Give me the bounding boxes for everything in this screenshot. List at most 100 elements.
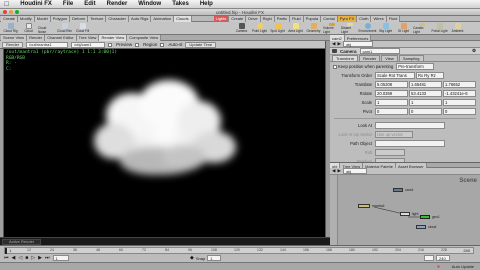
preview-checkbox[interactable]: [108, 42, 113, 47]
timeline-playhead[interactable]: [5, 248, 7, 254]
tool-point-light[interactable]: Point Light: [251, 22, 268, 34]
step-forward-icon[interactable]: ▶: [38, 255, 42, 261]
gear-icon[interactable]: ⚙: [472, 48, 476, 54]
rotate-y-field[interactable]: 53.4133: [409, 90, 442, 97]
translate-y-field[interactable]: 1.65481: [409, 81, 442, 88]
close-window-icon[interactable]: [3, 10, 7, 14]
tool-volume-light[interactable]: Volume Light: [323, 22, 340, 34]
tool-cloud-rig[interactable]: Cloud Rig: [2, 22, 19, 34]
scale-x-field[interactable]: 1: [375, 99, 408, 106]
tool-sky-light[interactable]: Sky Light: [377, 22, 394, 34]
tool-portal-light[interactable]: Portal Light: [431, 22, 448, 34]
path-object-field[interactable]: [375, 140, 445, 147]
menu-help[interactable]: Help: [200, 1, 213, 7]
tool-geometry-light[interactable]: Geometry: [305, 22, 322, 34]
menu-window[interactable]: Window: [138, 1, 161, 7]
render-viewport[interactable]: /out/mantra1 (pbr/raytrace) 1 1:1 3:00(1…: [4, 49, 325, 237]
node-cam1[interactable]: cam1: [393, 188, 414, 192]
active-render-tab[interactable]: Active Render: [2, 238, 42, 245]
node-light[interactable]: light: [400, 212, 418, 216]
shelf-tab-model[interactable]: Model: [34, 15, 51, 22]
shelf-tab-drive[interactable]: Drive: [246, 15, 261, 22]
shelf-tab-pyro-fx[interactable]: Pyro FX: [337, 15, 358, 22]
param-tab-sampling[interactable]: Sampling: [398, 55, 424, 61]
pivot-y-field[interactable]: 0: [409, 108, 442, 115]
network-editor[interactable]: Scene cam1 mantra1 light geo1 cloud: [338, 175, 480, 245]
key-icon[interactable]: ◆: [190, 255, 194, 261]
network-path-field[interactable]: obj: [342, 168, 367, 174]
region-checkbox[interactable]: [135, 42, 140, 47]
auto-checkbox[interactable]: [160, 42, 165, 47]
app-name-menu[interactable]: Houdini FX: [20, 1, 52, 7]
tool-spot-light[interactable]: Spot Light: [269, 22, 286, 34]
tab-channel-editor[interactable]: Channel Editor: [45, 34, 77, 41]
shelf-tab-create[interactable]: Create: [1, 15, 19, 22]
keep-position-checkbox[interactable]: [333, 64, 337, 69]
timeline-track[interactable]: 1 12 24 36 48 60 72 84 96 108 120 132 14…: [4, 247, 474, 254]
tool-area-light[interactable]: Area Light: [287, 22, 304, 34]
current-frame-field[interactable]: 1: [52, 255, 69, 261]
tab-render-view[interactable]: Render View: [99, 34, 128, 41]
param-tab-view[interactable]: View: [381, 55, 398, 61]
shelf-tab-fluid-2[interactable]: Fluid: [386, 15, 401, 22]
translate-z-field[interactable]: 1.76652: [443, 81, 476, 88]
look-at-field[interactable]: [375, 122, 445, 129]
translate-x-field[interactable]: 5.05308: [375, 81, 408, 88]
zoom-window-icon[interactable]: [15, 10, 19, 14]
node-geo1[interactable]: geo1: [420, 215, 440, 219]
jump-end-icon[interactable]: ⏭: [45, 255, 50, 261]
tool-distant-light[interactable]: Distant Light: [341, 22, 358, 34]
node-mantra1[interactable]: mantra1: [358, 204, 385, 208]
look-at-up-menu[interactable]: Use up vector: [375, 131, 413, 138]
roll-field[interactable]: [375, 149, 405, 156]
network-side-toolbar[interactable]: [330, 175, 338, 245]
menu-render[interactable]: Render: [107, 1, 128, 7]
shelf-tab-polygon[interactable]: Polygon: [50, 15, 71, 22]
param-tab-transform[interactable]: Transform: [332, 55, 359, 61]
shelf-tab-deform[interactable]: Deform: [70, 15, 89, 22]
tool-cloud-rim[interactable]: Cloud Rim: [56, 22, 73, 34]
net-back-arrow-icon[interactable]: ◀: [332, 168, 335, 174]
shelf-tab-wires[interactable]: Wires: [371, 15, 387, 22]
range-end-field[interactable]: 240: [436, 255, 450, 261]
tool-cloud-noise[interactable]: Cloud Noise: [38, 22, 55, 34]
scale-z-field[interactable]: 1: [443, 99, 476, 106]
tool-gi-light[interactable]: GI Light: [395, 22, 412, 34]
shelf-tab-contai[interactable]: Contai: [321, 15, 338, 22]
node-name-field[interactable]: cam1: [359, 48, 400, 54]
shelf-tab-fluid[interactable]: Fluid: [289, 15, 304, 22]
rotate-x-field[interactable]: 20.0369: [375, 90, 408, 97]
shelf-tab-cloth[interactable]: Cloth: [357, 15, 372, 22]
render-driver-field[interactable]: /out/mantra1: [26, 41, 69, 48]
scale-y-field[interactable]: 1: [409, 99, 442, 106]
pivot-z-field[interactable]: 0: [443, 108, 476, 115]
pivot-x-field[interactable]: 0: [375, 108, 408, 115]
step-back-icon[interactable]: ◀: [12, 255, 16, 261]
menu-takes[interactable]: Takes: [172, 1, 189, 7]
menu-edit[interactable]: Edit: [84, 1, 95, 7]
back-arrow-icon[interactable]: ◀: [332, 41, 335, 47]
net-forward-arrow-icon[interactable]: ▶: [337, 168, 340, 174]
minimize-window-icon[interactable]: [9, 10, 13, 14]
tool-cloud-fill[interactable]: Cloud Fill: [74, 22, 91, 34]
tab-composite-view[interactable]: Composite View: [127, 34, 162, 41]
shelf-tab-rigid[interactable]: Rigid: [260, 15, 275, 22]
play-reverse-icon[interactable]: ◁: [18, 255, 22, 261]
shelf-tab-character[interactable]: Character: [106, 15, 129, 22]
shelf-tab-lights[interactable]: Lights: [213, 15, 230, 22]
jump-start-icon[interactable]: ⏮: [4, 255, 9, 261]
render-button[interactable]: Render: [2, 41, 24, 48]
shelf-tab-popula[interactable]: Popula: [303, 15, 322, 22]
shelf-tab-texture[interactable]: Texture: [88, 15, 107, 22]
transform-order-menu[interactable]: Scale Rot Trans: [375, 72, 415, 79]
stop-icon[interactable]: ■: [25, 255, 28, 261]
tool-environment-light[interactable]: Environment: [359, 22, 376, 34]
keep-position-menu[interactable]: Pre-transform: [396, 63, 435, 70]
shelf-tab-clouds[interactable]: Clouds: [174, 15, 192, 22]
shelf-tab-create-2[interactable]: Create: [229, 15, 247, 22]
forward-arrow-icon[interactable]: ▶: [337, 41, 340, 47]
tab-tree-view[interactable]: Tree View: [76, 34, 100, 41]
tool-cloud[interactable]: Cloud: [20, 22, 37, 34]
status-update-icon[interactable]: ●: [437, 264, 440, 270]
apple-menu-icon[interactable]: : [4, 1, 9, 8]
